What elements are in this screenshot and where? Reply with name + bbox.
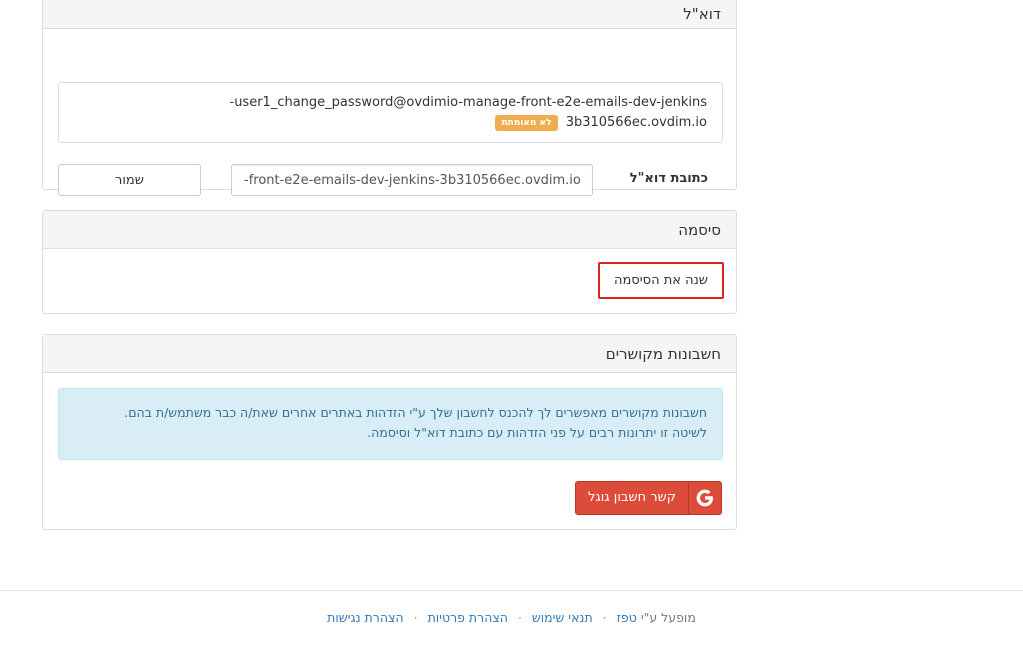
- linked-accounts-info-alert: חשבונות מקושרים מאפשרים לך להכנס לחשבון …: [58, 388, 723, 460]
- powered-by-text: מופעל ע"י: [640, 610, 696, 625]
- footer: מופעל ע"י טפז · תנאי שימוש · הצהרת פרטיו…: [0, 610, 1023, 625]
- password-panel: סיסמה שנה את הסיסמה: [42, 210, 737, 314]
- link-google-account-button[interactable]: קשר חשבון גוגל: [575, 481, 722, 515]
- accessibility-link[interactable]: הצהרת נגישות: [327, 610, 403, 625]
- info-line-2: לשיטה זו יתרונות רבים על פני הזדהות עם כ…: [367, 425, 707, 440]
- brand-link[interactable]: טפז: [617, 610, 637, 625]
- account-settings-page: דוא"ל user1_change_password@ovdimio-mana…: [0, 0, 1023, 651]
- terms-link[interactable]: תנאי שימוש: [532, 610, 593, 625]
- current-email-line1: user1_change_password@ovdimio-manage-fro…: [229, 95, 707, 110]
- info-line-1: חשבונות מקושרים מאפשרים לך להכנס לחשבון …: [124, 405, 707, 420]
- email-panel-title: דוא"ל: [683, 5, 721, 23]
- footer-separator: ·: [517, 610, 522, 625]
- linked-accounts-panel-heading: חשבונות מקושרים: [43, 335, 736, 373]
- current-email-line2: 3b310566ec.ovdim.io: [565, 115, 707, 130]
- email-field-label: כתובת דוא"ל: [629, 171, 708, 186]
- footer-separator: ·: [413, 610, 418, 625]
- email-panel-heading: דוא"ל: [43, 0, 736, 29]
- privacy-link[interactable]: הצהרת פרטיות: [428, 610, 508, 625]
- footer-separator: ·: [602, 610, 607, 625]
- link-google-account-label: קשר חשבון גוגל: [588, 490, 676, 505]
- footer-divider: [0, 590, 1023, 591]
- current-email-box: user1_change_password@ovdimio-manage-fro…: [58, 82, 723, 143]
- password-panel-title: סיסמה: [678, 221, 721, 239]
- change-password-button[interactable]: שנה את הסיסמה: [597, 262, 724, 299]
- linked-accounts-panel-title: חשבונות מקושרים: [605, 345, 721, 363]
- email-field[interactable]: [231, 164, 593, 196]
- google-icon: [688, 482, 721, 514]
- password-panel-heading: סיסמה: [43, 211, 736, 249]
- email-panel: דוא"ל user1_change_password@ovdimio-mana…: [42, 0, 737, 196]
- unverified-badge: לא מאומתת: [495, 114, 558, 131]
- linked-accounts-panel: חשבונות מקושרים חשבונות מקושרים מאפשרים …: [42, 334, 737, 530]
- current-email-line2-row: 3b310566ec.ovdim.io לא מאומתת: [74, 113, 707, 133]
- save-button[interactable]: שמור: [58, 164, 201, 196]
